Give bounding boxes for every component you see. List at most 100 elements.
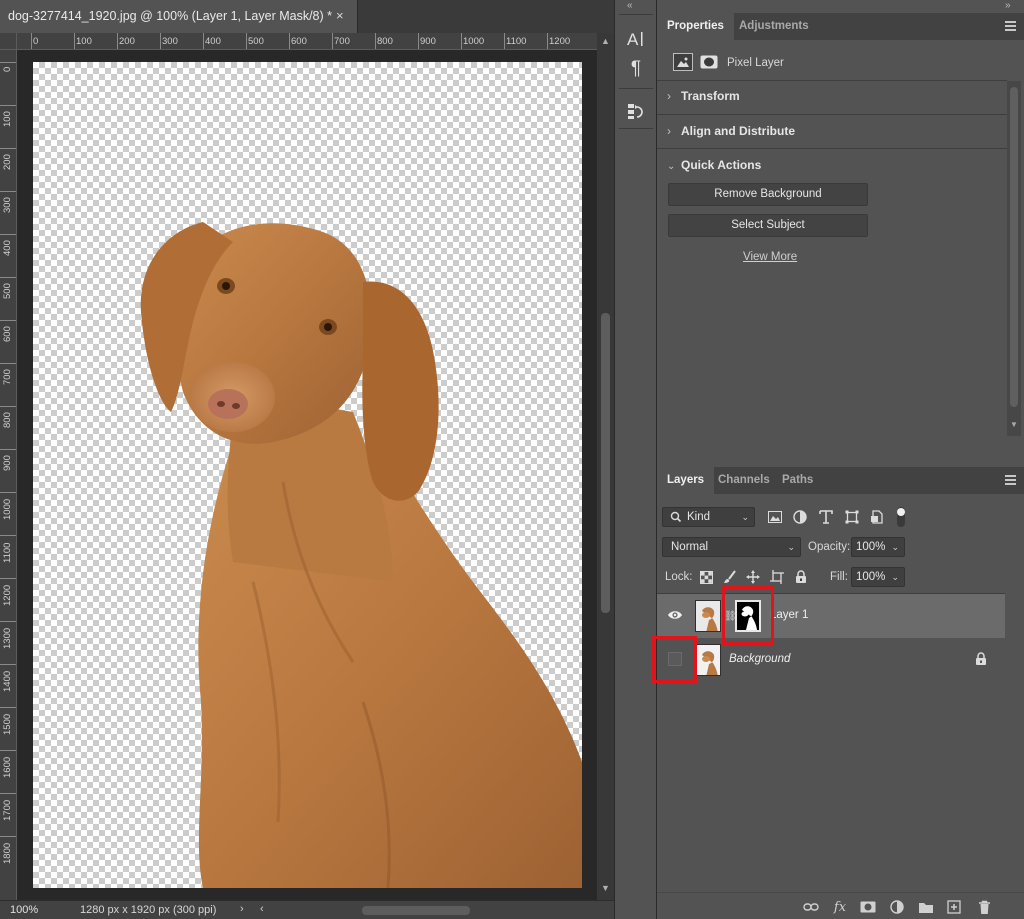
tab-paths[interactable]: Paths [772, 467, 823, 494]
ruler-tick [547, 33, 548, 49]
collapse-icon[interactable]: « [627, 0, 632, 11]
filter-shape-icon[interactable] [843, 508, 861, 526]
filter-kind-value: Kind [687, 511, 711, 523]
paragraph-panel-icon[interactable]: ¶ [623, 56, 649, 82]
ruler-tick [74, 33, 75, 49]
pixel-layer-icon[interactable] [673, 53, 693, 71]
character-panel-icon[interactable]: A [623, 26, 649, 52]
horizontal-scroll-thumb[interactable] [362, 906, 470, 915]
ruler-tick-label: 900 [2, 455, 13, 471]
ruler-tick-label: 700 [334, 36, 350, 47]
history-panel-icon[interactable] [623, 98, 649, 124]
lock-image-pixels-icon[interactable] [721, 568, 739, 586]
ruler-tick-label: 1800 [2, 842, 13, 864]
panel-menu-icon[interactable] [1005, 475, 1016, 487]
layer-row-layer-1[interactable]: ⛓ Layer 1 [657, 594, 1005, 638]
collapse-icon[interactable]: » [1005, 0, 1010, 11]
blend-mode-value: Normal [671, 541, 709, 553]
vertical-ruler[interactable]: 0 100 200 300 400 500 600 700 800 900 1000 1100 1200… [0, 50, 17, 900]
tab-channels[interactable]: Channels [708, 467, 780, 494]
scroll-thumb[interactable] [1010, 87, 1018, 407]
eye-icon[interactable] [667, 608, 683, 622]
horizontal-ruler[interactable]: 0 100 200 300 400 500 600 700 800 900 1000 1100 1200 [17, 33, 597, 50]
ruler-tick-label: 1500 [2, 713, 13, 735]
layer-row-background[interactable]: Background [657, 638, 1005, 682]
add-layer-style-icon[interactable]: fx [831, 898, 849, 916]
ruler-tick [0, 707, 16, 708]
ruler-tick [0, 148, 16, 149]
lock-all-icon[interactable] [792, 568, 810, 586]
scroll-left-icon[interactable]: ‹ [260, 903, 264, 915]
delete-layer-icon[interactable] [975, 898, 993, 916]
layer-mask-properties-icon[interactable] [699, 53, 719, 71]
tab-layers[interactable]: Layers [657, 467, 715, 494]
ruler-tick [117, 33, 118, 49]
ruler-tick [160, 33, 161, 49]
tab-properties[interactable]: Properties [657, 13, 734, 40]
document-tab[interactable]: dog-3277414_1920.jpg @ 100% (Layer 1, La… [0, 0, 358, 33]
ruler-tick [375, 33, 376, 49]
fill-input[interactable]: 100% ⌄ [851, 567, 905, 587]
add-mask-icon[interactable] [859, 898, 877, 916]
ruler-tick-label: 100 [2, 111, 13, 127]
remove-background-button[interactable]: Remove Background [668, 183, 868, 206]
zoom-level[interactable]: 100% [10, 904, 38, 916]
dog-image [140, 222, 582, 888]
vertical-scrollbar[interactable]: ▲ ▼ [597, 33, 614, 900]
opacity-input[interactable]: 100% ⌄ [851, 537, 905, 557]
new-group-icon[interactable] [917, 898, 935, 916]
new-layer-icon[interactable] [945, 898, 963, 916]
section-align-distribute[interactable]: › Align and Distribute [667, 124, 795, 138]
scroll-thumb[interactable] [601, 313, 610, 613]
tab-adjustments[interactable]: Adjustments [729, 13, 819, 40]
filter-smart-object-icon[interactable] [868, 508, 886, 526]
layer-thumbnail[interactable] [695, 600, 721, 632]
new-adjustment-layer-icon[interactable] [888, 898, 906, 916]
ruler-tick-label: 1100 [506, 36, 527, 47]
scroll-down-icon[interactable]: ▼ [1010, 420, 1018, 429]
ruler-tick-label: 800 [2, 412, 13, 428]
link-layers-icon[interactable] [802, 898, 820, 916]
close-icon[interactable]: × [336, 8, 344, 23]
ruler-tick-label: 1100 [2, 542, 13, 563]
divider [619, 128, 653, 129]
panel-dock-strip: « A ¶ [614, 0, 657, 919]
ruler-tick [461, 33, 462, 49]
filter-toggle-icon[interactable] [895, 505, 907, 529]
section-quick-actions[interactable]: ⌄ Quick Actions [667, 158, 761, 172]
document-window: dog-3277414_1920.jpg @ 100% (Layer 1, La… [0, 0, 614, 919]
layer-name[interactable]: Layer 1 [770, 609, 808, 621]
panel-menu-icon[interactable] [1005, 21, 1016, 33]
ruler-tick [0, 234, 16, 235]
tab-bar [358, 0, 614, 33]
status-menu-icon[interactable]: › [240, 903, 244, 915]
filter-pixel-icon[interactable] [766, 508, 784, 526]
properties-scrollbar[interactable]: ▼ [1007, 81, 1021, 436]
fill-label: Fill: [830, 571, 848, 583]
scroll-up-icon[interactable]: ▲ [601, 36, 610, 46]
select-subject-button[interactable]: Select Subject [668, 214, 868, 237]
layer-filter-kind[interactable]: Kind ⌄ [662, 507, 755, 527]
filter-type-icon[interactable] [817, 508, 835, 526]
ruler-origin[interactable] [0, 33, 17, 50]
search-icon [670, 508, 682, 526]
ruler-tick-label: 700 [2, 369, 13, 385]
ruler-tick [0, 578, 16, 579]
ruler-tick [418, 33, 419, 49]
ruler-tick [0, 750, 16, 751]
view-more-link[interactable]: View More [743, 251, 797, 263]
ruler-tick-label: 1000 [2, 498, 13, 520]
lock-position-icon[interactable] [744, 568, 762, 586]
layer-thumbnail[interactable] [695, 644, 721, 676]
section-transform[interactable]: › Transform [667, 89, 740, 103]
ruler-tick-label: 1400 [2, 670, 13, 692]
properties-body: Pixel Layer › Transform › Align and Distri… [657, 41, 1007, 439]
blend-mode-select[interactable]: Normal ⌄ [662, 537, 801, 557]
scroll-down-icon[interactable]: ▼ [601, 883, 610, 893]
canvas-area[interactable] [17, 50, 595, 900]
filter-adjustment-icon[interactable] [791, 508, 809, 526]
canvas[interactable] [33, 62, 582, 888]
layer-name[interactable]: Background [729, 653, 790, 665]
lock-artboard-icon[interactable] [768, 568, 786, 586]
lock-transparent-pixels-icon[interactable] [697, 568, 715, 586]
